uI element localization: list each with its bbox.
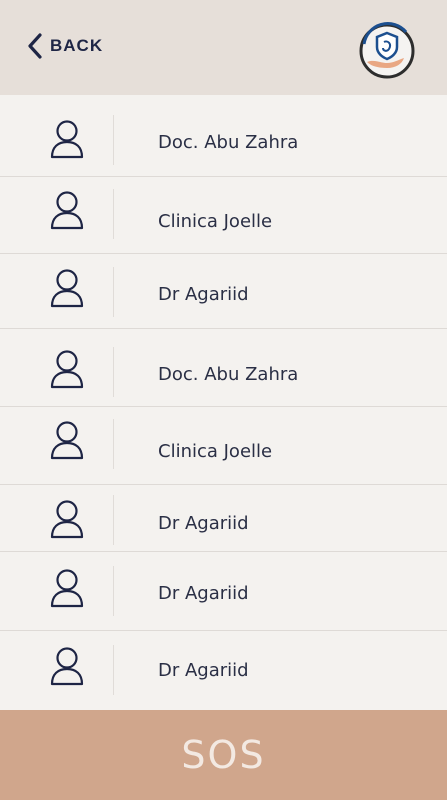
contact-name: Doc. Abu Zahra (158, 364, 299, 385)
top-bar: BACK (0, 0, 447, 95)
contact-row[interactable]: Dr Agariid (0, 254, 447, 329)
row-divider (113, 419, 114, 469)
contact-row[interactable]: Doc. Abu Zahra (0, 329, 447, 407)
person-icon (49, 268, 85, 308)
contact-name: Dr Agariid (158, 284, 249, 305)
contact-name: Clinica Joelle (158, 441, 273, 462)
person-icon (49, 499, 85, 539)
person-icon (49, 119, 85, 159)
sos-label: SOS (181, 733, 266, 777)
person-icon (49, 190, 85, 230)
contact-row[interactable]: Clinica Joelle (0, 407, 447, 485)
person-icon (49, 420, 85, 460)
row-divider (113, 267, 114, 317)
contacts-screen: BACK Doc. Abu Zahra Clinica Joelle Dr Ag… (0, 0, 447, 800)
chevron-left-icon (26, 32, 44, 60)
sos-button[interactable]: SOS (0, 710, 447, 800)
contact-name: Clinica Joelle (158, 211, 273, 232)
contact-name: Dr Agariid (158, 513, 249, 534)
back-button[interactable]: BACK (26, 30, 103, 62)
contact-row[interactable]: Clinica Joelle (0, 177, 447, 254)
contact-row[interactable]: Doc. Abu Zahra (0, 95, 447, 177)
contact-row[interactable]: Dr Agariid (0, 552, 447, 631)
row-divider (113, 645, 114, 695)
person-icon (49, 646, 85, 686)
row-divider (113, 189, 114, 239)
contact-name: Dr Agariid (158, 660, 249, 681)
app-logo-icon (358, 22, 416, 80)
contact-name: Doc. Abu Zahra (158, 132, 299, 153)
back-label: BACK (50, 36, 104, 55)
contact-row[interactable]: Dr Agariid (0, 631, 447, 710)
row-divider (113, 566, 114, 616)
person-icon (49, 349, 85, 389)
contact-name: Dr Agariid (158, 583, 249, 604)
row-divider (113, 495, 114, 545)
person-icon (49, 568, 85, 608)
row-divider (113, 347, 114, 397)
row-divider (113, 115, 114, 165)
contact-row[interactable]: Dr Agariid (0, 485, 447, 552)
